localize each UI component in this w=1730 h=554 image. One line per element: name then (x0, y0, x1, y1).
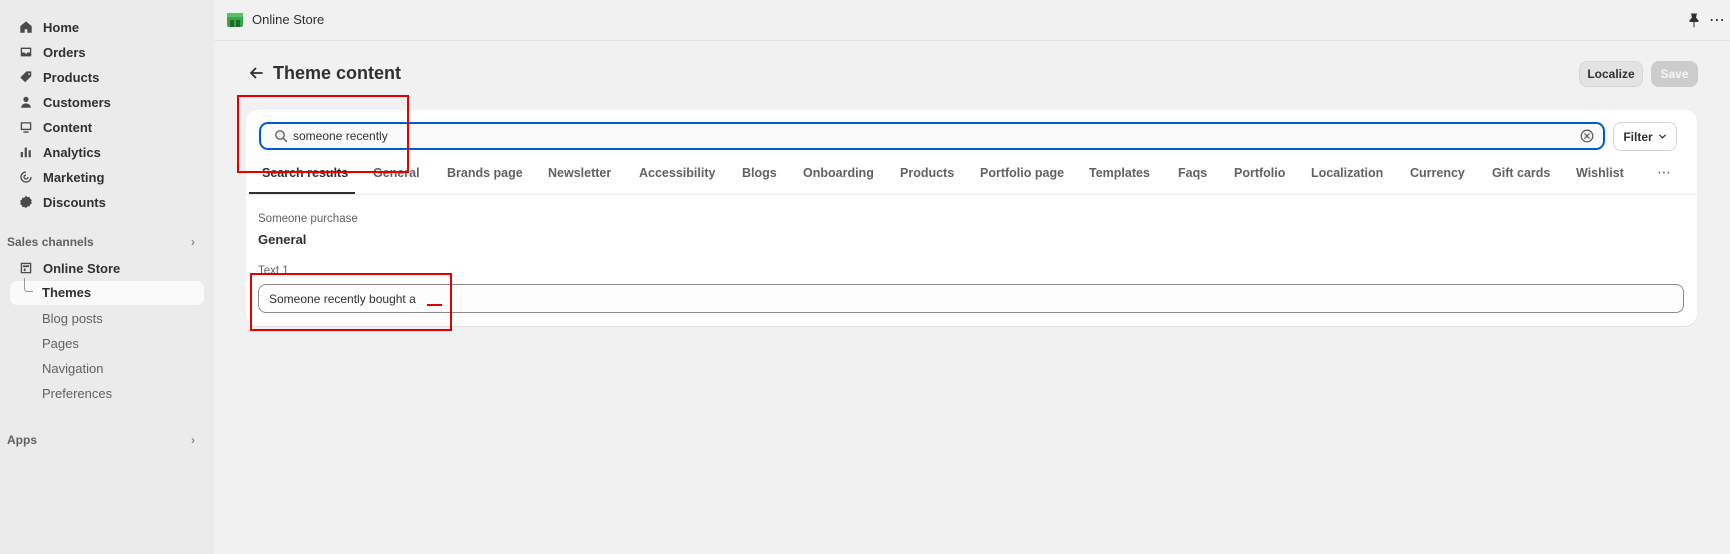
nav-products-label: Products (43, 69, 100, 85)
tab-localization[interactable]: Localization (1311, 166, 1383, 180)
pin-icon[interactable] (1686, 12, 1702, 28)
tab-portfolio[interactable]: Portfolio (1234, 166, 1285, 180)
discount-icon (18, 195, 33, 210)
nav-analytics[interactable]: Analytics (18, 140, 101, 164)
nav-preferences-label: Preferences (42, 385, 113, 401)
tab-currency[interactable]: Currency (1410, 166, 1465, 180)
nav-blog-posts[interactable]: Blog posts (42, 307, 103, 329)
nav-themes[interactable]: Themes (10, 278, 204, 305)
save-button[interactable]: Save (1651, 61, 1698, 87)
nav-blog-posts-label: Blog posts (42, 310, 103, 326)
tab-faqs[interactable]: Faqs (1178, 166, 1207, 180)
nav-themes-label: Themes (42, 285, 92, 300)
home-icon (18, 20, 33, 35)
sidebar: Home Orders Products Customers Content A… (0, 0, 214, 554)
chevron-right-icon: › (191, 433, 195, 447)
online-store-logo-icon (227, 13, 243, 27)
nav-pages-label: Pages (42, 335, 79, 351)
chevron-down-icon (1658, 134, 1666, 139)
person-icon (18, 95, 33, 110)
nav-marketing[interactable]: Marketing (18, 165, 104, 189)
nav-online-store-label: Online Store (43, 260, 121, 276)
search-input[interactable] (293, 127, 1553, 145)
tag-icon (18, 70, 33, 85)
result-subtitle: Someone purchase (258, 213, 358, 225)
annotation-cursor-mark (427, 304, 442, 306)
search-field[interactable] (259, 122, 1605, 150)
tab-gift-cards[interactable]: Gift cards (1492, 166, 1550, 180)
nav-orders[interactable]: Orders (18, 40, 86, 64)
top-bar: Online Store ⋯ (214, 0, 1730, 41)
inbox-icon (18, 45, 33, 60)
text-1-input[interactable] (269, 290, 1669, 308)
tab-brands-page[interactable]: Brands page (447, 166, 523, 180)
filter-button[interactable]: Filter (1613, 122, 1677, 151)
nav-analytics-label: Analytics (43, 144, 101, 160)
tab-products[interactable]: Products (900, 166, 954, 180)
nav-navigation-label: Navigation (42, 360, 104, 376)
tab-portfolio-page[interactable]: Portfolio page (980, 166, 1064, 180)
page-title: Theme content (273, 63, 402, 83)
nav-preferences[interactable]: Preferences (42, 382, 112, 404)
nav-home-label: Home (43, 19, 80, 35)
nav-content-label: Content (43, 119, 93, 135)
tab-blogs[interactable]: Blogs (742, 166, 777, 180)
tab-general[interactable]: General (373, 166, 420, 180)
nav-online-store[interactable]: Online Store (18, 256, 120, 280)
nav-orders-label: Orders (43, 44, 86, 60)
nav-customers-label: Customers (43, 94, 111, 110)
back-arrow-icon[interactable] (246, 63, 266, 83)
search-icon (275, 130, 288, 143)
more-actions-icon[interactable]: ⋯ (1709, 10, 1726, 30)
app-name: Online Store (252, 12, 325, 27)
tab-accessibility[interactable]: Accessibility (639, 166, 715, 180)
tab-onboarding[interactable]: Onboarding (803, 166, 874, 180)
tab-wishlist[interactable]: Wishlist (1576, 166, 1624, 180)
result-section-title: General (258, 232, 307, 247)
more-tabs-icon[interactable]: ⋯ (1657, 164, 1672, 181)
sales-channels-label: Sales channels (7, 235, 94, 249)
clear-search-icon[interactable] (1580, 129, 1594, 143)
tab-newsletter[interactable]: Newsletter (548, 166, 611, 180)
apps-label: Apps (7, 433, 37, 447)
bar-chart-icon (18, 145, 33, 160)
nav-navigation[interactable]: Navigation (42, 357, 103, 379)
tab-templates[interactable]: Templates (1089, 166, 1150, 180)
active-tab-indicator (249, 192, 355, 194)
nav-content[interactable]: Content (18, 115, 92, 139)
store-icon (18, 261, 33, 276)
target-icon (18, 170, 33, 185)
sales-channels-header[interactable]: Sales channels › (7, 232, 197, 252)
tree-branch-line (24, 278, 33, 292)
nav-pages[interactable]: Pages (42, 332, 79, 354)
tab-search-results[interactable]: Search results (262, 166, 348, 180)
nav-products[interactable]: Products (18, 65, 99, 89)
nav-customers[interactable]: Customers (18, 90, 111, 114)
nav-marketing-label: Marketing (43, 169, 105, 185)
image-icon (18, 120, 33, 135)
nav-discounts[interactable]: Discounts (18, 190, 106, 214)
nav-home[interactable]: Home (18, 15, 79, 39)
text-1-field[interactable] (258, 284, 1684, 313)
tab-bar: Search results General Brands page Newsl… (246, 160, 1697, 195)
chevron-right-icon: › (191, 235, 195, 249)
localize-button[interactable]: Localize (1579, 61, 1643, 87)
apps-header[interactable]: Apps › (7, 430, 197, 450)
filter-label: Filter (1623, 129, 1653, 144)
text-field-label: Text 1 (258, 265, 289, 277)
nav-discounts-label: Discounts (43, 194, 106, 210)
